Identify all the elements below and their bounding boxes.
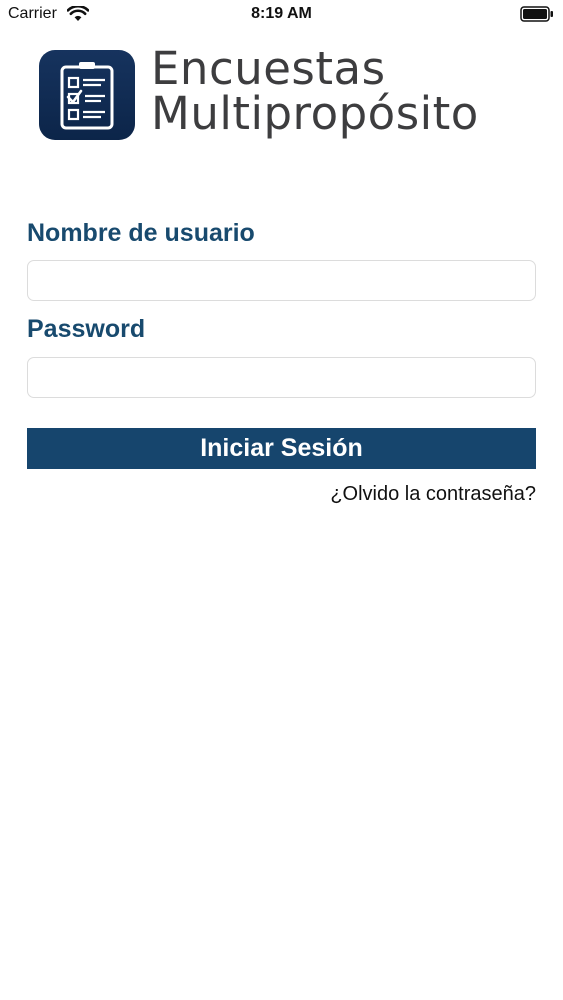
password-label: Password bbox=[27, 315, 146, 343]
username-label: Nombre de usuario bbox=[27, 219, 255, 247]
clock: 8:19 AM bbox=[251, 5, 312, 22]
username-input[interactable] bbox=[27, 260, 536, 301]
battery-icon bbox=[520, 6, 553, 22]
status-bar: Carrier 8:19 AM bbox=[0, 0, 563, 30]
app-title-line2: Multipropósito bbox=[151, 87, 479, 140]
password-input[interactable] bbox=[27, 357, 536, 398]
app-title: Encuestas Multipropósito bbox=[151, 46, 479, 136]
clipboard-checklist-icon bbox=[60, 62, 114, 130]
login-button[interactable]: Iniciar Sesión bbox=[27, 428, 536, 469]
forgot-password-link[interactable]: ¿Olvido la contraseña? bbox=[330, 483, 536, 506]
app-title-line1: Encuestas bbox=[151, 42, 386, 95]
app-logo bbox=[39, 50, 135, 140]
